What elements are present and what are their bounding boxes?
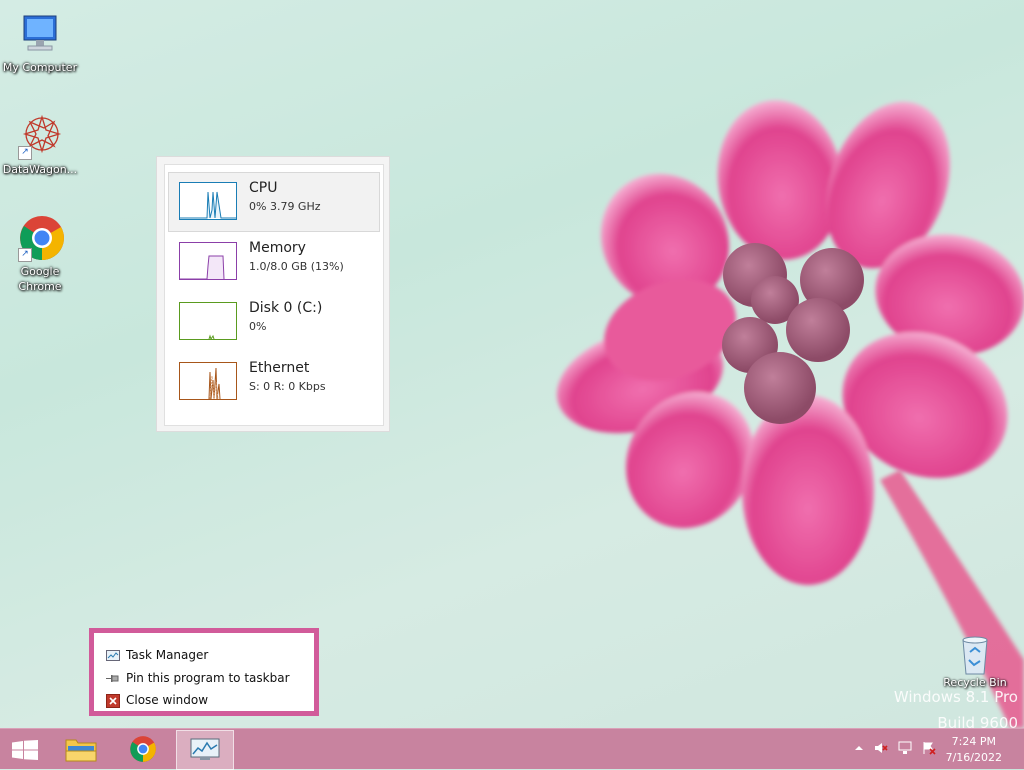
desktop-icon-label: Google Chrome [18,265,62,293]
menu-item-label: Task Manager [126,648,209,662]
desktop-icon-google-chrome[interactable]: ↗ Google Chrome [0,214,80,294]
perf-detail: 0% [249,320,267,333]
clock-date: 7/16/2022 [945,751,1002,764]
desktop-icon-label: DataWagon... [2,163,78,176]
perf-row-cpu[interactable]: CPU 0% 3.79 GHz [168,172,380,232]
perf-name: Disk 0 (C:) [249,300,323,316]
network-icon[interactable] [898,741,912,755]
shortcut-arrow-icon: ↗ [18,248,32,262]
desktop-icon-label: My Computer [2,61,78,74]
performance-summary: CPU 0% 3.79 GHz Memory 1.0/8.0 GB (13%) … [164,164,384,426]
task-manager-window[interactable]: CPU 0% 3.79 GHz Memory 1.0/8.0 GB (13%) … [156,156,390,432]
cpu-graph [179,182,237,220]
computer-icon [16,10,64,58]
ethernet-graph [179,362,237,400]
perf-name: CPU [249,180,278,196]
taskbar-clock[interactable]: 7:24 PM 7/16/2022 [946,734,1002,766]
menu-item-pin-to-taskbar[interactable]: Pin this program to taskbar [106,668,290,688]
show-hidden-icons-icon[interactable] [852,741,866,755]
chrome-icon [130,736,156,762]
task-manager-icon [106,649,120,663]
menu-item-label: Close window [126,693,209,707]
desktop-icon-my-computer[interactable]: My Computer [0,10,80,75]
desktop-icon-datawagon[interactable]: ↗ DataWagon... [0,112,80,177]
wallpaper [556,100,1024,728]
chrome-icon: ↗ [16,214,64,262]
perf-row-ethernet[interactable]: Ethernet S: 0 R: 0 Kbps [169,353,379,411]
desktop-icon-label: Recycle Bin [943,676,1007,689]
shortcut-arrow-icon: ↗ [18,146,32,160]
perf-detail: 1.0/8.0 GB (13%) [249,260,344,273]
taskbar-file-explorer[interactable] [54,730,110,768]
task-manager-icon [190,738,220,760]
windows-logo-icon [12,740,38,760]
menu-item-label: Pin this program to taskbar [126,671,290,685]
perf-detail: 0% 3.79 GHz [249,200,321,213]
datawagon-icon: ↗ [16,112,64,160]
folder-icon [65,739,97,762]
disk-graph [179,302,237,340]
perf-detail: S: 0 R: 0 Kbps [249,380,326,393]
menu-item-task-manager[interactable]: Task Manager [106,645,208,665]
clock-time: 7:24 PM [951,735,996,748]
taskbar-task-manager[interactable] [176,730,234,770]
perf-row-disk[interactable]: Disk 0 (C:) 0% [169,293,379,351]
recycle-bin-icon [955,632,995,676]
desktop-icon-recycle-bin[interactable]: Recycle Bin [942,632,1008,689]
memory-graph [179,242,237,280]
close-icon [106,693,120,708]
pin-icon [106,672,120,686]
perf-row-memory[interactable]: Memory 1.0/8.0 GB (13%) [169,233,379,291]
menu-item-close-window[interactable]: Close window [106,690,208,710]
taskbar-chrome[interactable] [116,730,172,768]
taskbar: 7:24 PM 7/16/2022 [0,728,1024,770]
taskbar-jump-list: Task Manager Pin this program to taskbar… [89,628,319,716]
action-center-flag-icon[interactable] [922,741,936,755]
perf-name: Memory [249,240,306,256]
start-button[interactable] [0,730,48,768]
volume-muted-icon[interactable] [874,741,888,755]
perf-name: Ethernet [249,360,310,376]
